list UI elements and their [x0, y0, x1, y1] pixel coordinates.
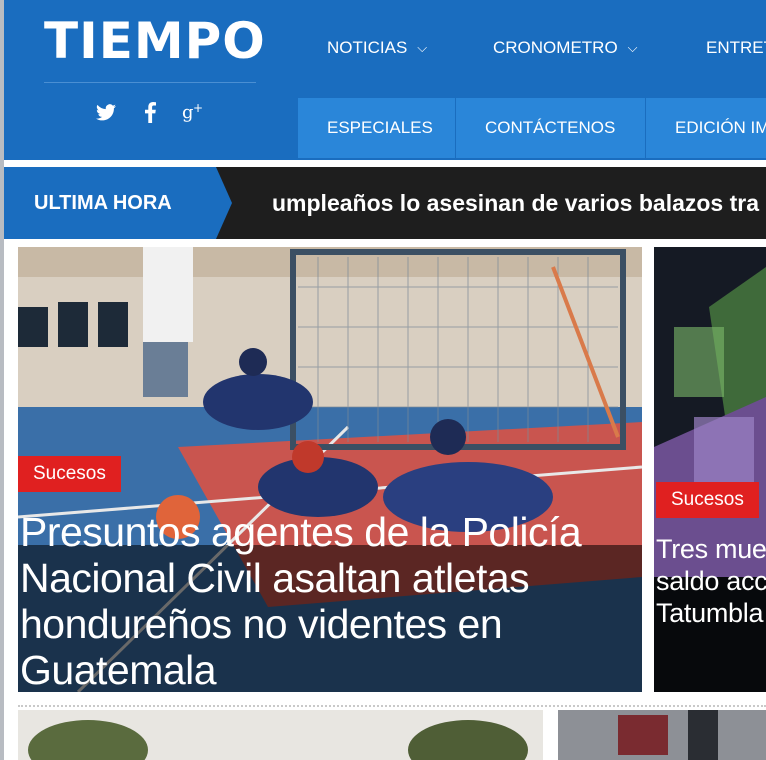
- category-tag[interactable]: Sucesos: [18, 456, 121, 492]
- nav-cronometro-label: CRONOMETRO: [493, 38, 618, 57]
- social-links: g +: [94, 98, 214, 126]
- nav-contactenos[interactable]: CONTÁCTENOS: [456, 98, 646, 158]
- ticker-headline[interactable]: umpleaños lo asesinan de varios balazos …: [272, 167, 759, 239]
- category-tag[interactable]: Sucesos: [656, 482, 759, 518]
- story-card-thumbnail[interactable]: [558, 710, 766, 760]
- ticker-arrow: [216, 167, 232, 239]
- featured-headline[interactable]: Presuntos agentes de la Policía Nacional…: [20, 509, 640, 692]
- facebook-icon[interactable]: [138, 100, 162, 124]
- story-photo: [18, 710, 543, 760]
- story-photo: [558, 710, 766, 760]
- chevron-down-icon: ⌵: [627, 40, 638, 55]
- left-window-edge: [0, 0, 4, 760]
- side-story-card[interactable]: Sucesos Tres muertos es el saldo acciden…: [654, 247, 766, 692]
- svg-text:g: g: [182, 102, 194, 122]
- ticker-label: ULTIMA HORA: [4, 167, 216, 239]
- featured-story-card[interactable]: Sucesos Presuntos agentes de la Policía …: [18, 247, 642, 692]
- breaking-news-ticker: ULTIMA HORA umpleaños lo asesinan de var…: [4, 167, 766, 239]
- section-divider: [18, 705, 766, 707]
- site-header: TIEMPO g + NOTICIAS ⌵ CRONOMETRO ⌵ ENTRE…: [0, 0, 766, 160]
- nav-entretenimiento-label: ENTRET: [706, 38, 766, 57]
- twitter-icon[interactable]: [94, 100, 118, 124]
- primary-nav: NOTICIAS ⌵ CRONOMETRO ⌵ ENTRET: [298, 0, 766, 98]
- svg-text:+: +: [193, 102, 203, 115]
- nav-entretenimiento[interactable]: ENTRET: [706, 38, 766, 58]
- logo-area: TIEMPO g +: [44, 0, 265, 160]
- secondary-nav: ESPECIALES CONTÁCTENOS EDICIÓN IM: [298, 98, 766, 158]
- logo-divider: [44, 82, 256, 83]
- site-logo[interactable]: TIEMPO: [44, 14, 265, 68]
- nav-especiales[interactable]: ESPECIALES: [298, 98, 456, 158]
- nav-noticias-label: NOTICIAS: [327, 38, 408, 57]
- story-card-thumbnail[interactable]: [18, 710, 543, 760]
- nav-edicion-impresa[interactable]: EDICIÓN IM: [646, 98, 766, 158]
- side-headline[interactable]: Tres muertos es el saldo accidente Tatum…: [656, 533, 766, 629]
- nav-cronometro[interactable]: CRONOMETRO ⌵: [493, 38, 638, 58]
- chevron-down-icon: ⌵: [417, 40, 428, 55]
- google-plus-icon[interactable]: g +: [182, 100, 206, 124]
- nav-noticias[interactable]: NOTICIAS ⌵: [327, 38, 427, 58]
